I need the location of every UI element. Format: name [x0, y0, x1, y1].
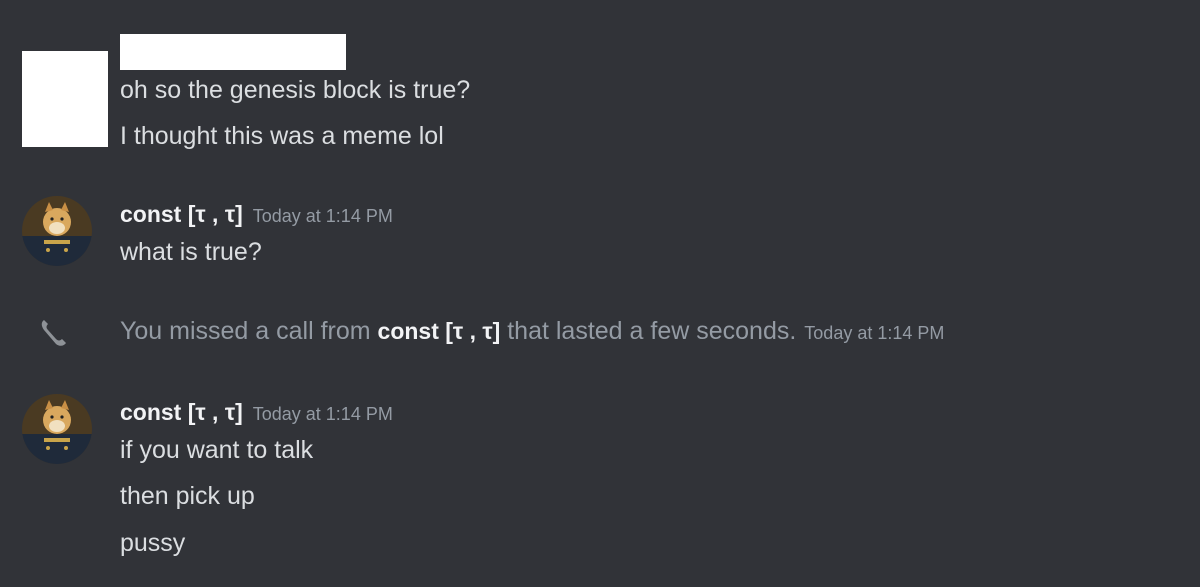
caller-name[interactable]: const [τ , τ]	[378, 318, 501, 344]
message-line: if you want to talk	[120, 436, 314, 464]
timestamp[interactable]: Today at 1:14 PM	[253, 206, 393, 226]
message-header: const [τ , τ] Today at 1:14 PM	[120, 198, 393, 234]
message-line: then pick up	[120, 482, 255, 510]
redacted-username	[120, 34, 346, 70]
phone-missed-icon	[36, 316, 70, 350]
chat-message-list[interactable]: oh so the genesis block is true? I thoug…	[0, 0, 1200, 587]
redacted-avatar	[22, 51, 108, 147]
missed-call-prefix: You missed a call from	[120, 317, 371, 345]
timestamp[interactable]: Today at 1:14 PM	[253, 404, 393, 424]
avatar[interactable]	[22, 196, 92, 266]
message-line: oh so the genesis block is true?	[120, 76, 471, 104]
username[interactable]: const [τ , τ]	[120, 399, 243, 425]
username[interactable]: const [τ , τ]	[120, 201, 243, 227]
message-line: I thought this was a meme lol	[120, 122, 444, 150]
timestamp[interactable]: Today at 1:14 PM	[804, 323, 944, 343]
missed-call-message: You missed a call from const [τ , τ] tha…	[120, 314, 944, 350]
missed-call-suffix: that lasted a few seconds.	[507, 317, 797, 345]
message-line: pussy	[120, 529, 186, 557]
avatar[interactable]	[22, 394, 92, 464]
message-line: what is true?	[120, 238, 262, 266]
message-header: const [τ , τ] Today at 1:14 PM	[120, 396, 393, 432]
